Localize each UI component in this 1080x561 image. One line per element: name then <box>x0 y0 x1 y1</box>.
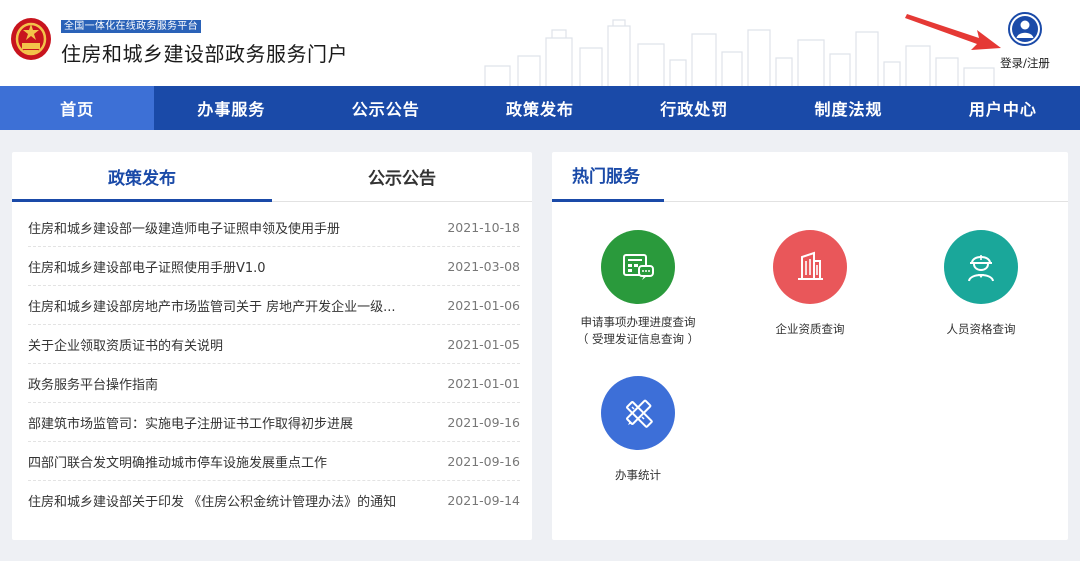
news-item[interactable]: 部建筑市场监管司：实施电子注册证书工作取得初步进展 2021-09-16 <box>28 403 520 442</box>
national-emblem-logo <box>11 18 51 60</box>
news-item[interactable]: 政务服务平台操作指南 2021-01-01 <box>28 364 520 403</box>
nav-item-penalties[interactable]: 行政处罚 <box>617 86 771 130</box>
login-register-label: 登录/注册 <box>1000 56 1050 70</box>
service-label: 企业资质查询 <box>775 322 845 336</box>
form-chat-icon <box>623 254 654 280</box>
news-tabs: 政策发布 公示公告 <box>12 152 532 202</box>
news-title[interactable]: 住房和城乡建设部房地产市场监管司关于 房地产开发企业一级... <box>28 296 396 315</box>
news-date: 2021-01-06 <box>447 297 520 313</box>
nav-item-services[interactable]: 办事服务 <box>154 86 308 130</box>
service-label: 人员资格查询 <box>946 322 1016 336</box>
site-header: 全国一体化在线政务服务平台 住房和城乡建设部政务服务门户 登录/注册 <box>0 0 1080 86</box>
news-item[interactable]: 住房和城乡建设部关于印发 《住房公积金统计管理办法》的通知 2021-09-14 <box>28 481 520 520</box>
service-progress-query[interactable]: 申请事项办理进度查询 （ 受理发证信息查询 ） <box>558 230 718 348</box>
news-item[interactable]: 关于企业领取资质证书的有关说明 2021-01-05 <box>28 325 520 364</box>
tab-announcements[interactable]: 公示公告 <box>272 152 532 201</box>
service-circle[interactable] <box>944 230 1018 304</box>
news-date: 2021-09-16 <box>447 414 520 430</box>
service-label: 申请事项办理进度查询 <box>580 315 696 329</box>
news-title[interactable]: 政务服务平台操作指南 <box>28 374 158 393</box>
news-date: 2021-09-16 <box>447 453 520 469</box>
news-title[interactable]: 住房和城乡建设部关于印发 《住房公积金统计管理办法》的通知 <box>28 491 396 510</box>
news-date: 2021-09-14 <box>447 493 520 508</box>
news-date: 2021-01-01 <box>447 375 520 391</box>
nav-item-announcements[interactable]: 公示公告 <box>309 86 463 130</box>
tab-policy[interactable]: 政策发布 <box>12 152 272 202</box>
nav-item-policy[interactable]: 政策发布 <box>463 86 617 130</box>
main-nav: 首页 办事服务 公示公告 政策发布 行政处罚 制度法规 用户中心 <box>0 86 1080 130</box>
hot-services-header: 热门服务 <box>552 152 1068 202</box>
service-circle[interactable] <box>601 230 675 304</box>
service-company-qualification[interactable]: 企业资质查询 <box>730 230 890 338</box>
service-label: 办事统计 <box>615 468 661 482</box>
news-title[interactable]: 部建筑市场监管司：实施电子注册证书工作取得初步进展 <box>28 413 353 432</box>
login-register-button[interactable]: 登录/注册 <box>990 12 1060 71</box>
user-avatar-icon <box>1008 12 1042 46</box>
service-sublabel: （ 受理发证信息查询 ） <box>576 332 700 346</box>
service-personnel-qualification[interactable]: 人员资格查询 <box>901 230 1061 338</box>
news-date: 2021-10-18 <box>447 219 520 235</box>
news-item[interactable]: 住房和城乡建设部一级建造师电子证照申领及使用手册 2021-10-18 <box>28 208 520 247</box>
news-date: 2021-03-08 <box>447 258 520 274</box>
news-item[interactable]: 住房和城乡建设部电子证照使用手册V1.0 2021-03-08 <box>28 247 520 286</box>
portal-title: 住房和城乡建设部政务服务门户 <box>61 42 348 66</box>
news-title[interactable]: 住房和城乡建设部电子证照使用手册V1.0 <box>28 257 266 276</box>
hot-services-underline <box>552 199 664 202</box>
building-icon <box>798 251 823 280</box>
service-circle[interactable] <box>601 376 675 450</box>
hot-services-panel: 热门服务 申请事项办理进度查询 （ 受理发证信息查询 ） 企业资质查询 人员资格… <box>552 152 1068 540</box>
nav-item-regulations[interactable]: 制度法规 <box>771 86 925 130</box>
nav-item-user-center[interactable]: 用户中心 <box>926 86 1080 130</box>
nav-item-home[interactable]: 首页 <box>0 86 155 130</box>
hot-services-title: 热门服务 <box>572 167 640 187</box>
news-panel: 政策发布 公示公告 住房和城乡建设部一级建造师电子证照申领及使用手册 2021-… <box>12 152 532 540</box>
worker-icon <box>968 255 994 282</box>
news-list: 住房和城乡建设部一级建造师电子证照申领及使用手册 2021-10-18 住房和城… <box>12 208 532 520</box>
news-item[interactable]: 四部门联合发文明确推动城市停车设施发展重点工作 2021-09-16 <box>28 442 520 481</box>
news-item[interactable]: 住房和城乡建设部房地产市场监管司关于 房地产开发企业一级... 2021-01-… <box>28 286 520 325</box>
service-circle[interactable] <box>773 230 847 304</box>
pencil-ruler-icon <box>626 399 653 428</box>
news-title[interactable]: 关于企业领取资质证书的有关说明 <box>28 335 223 354</box>
news-title[interactable]: 住房和城乡建设部一级建造师电子证照申领及使用手册 <box>28 218 340 237</box>
platform-tag: 全国一体化在线政务服务平台 <box>61 20 201 33</box>
news-date: 2021-01-05 <box>447 336 520 352</box>
news-title[interactable]: 四部门联合发文明确推动城市停车设施发展重点工作 <box>28 452 327 471</box>
service-statistics[interactable]: 办事统计 <box>558 376 718 484</box>
